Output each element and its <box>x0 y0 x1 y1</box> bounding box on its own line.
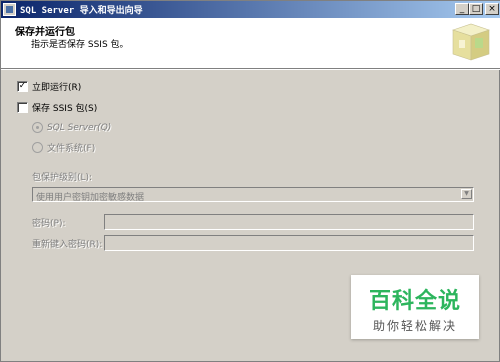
page-title: 保存并运行包 <box>15 27 75 38</box>
title-bar[interactable]: SQL Server 导入和导出向导 _ □ × <box>1 1 500 18</box>
window-title: SQL Server 导入和导出向导 <box>20 6 143 16</box>
password-label: 密码(P): <box>32 219 66 229</box>
sql-server-label: SQL Server(Q) <box>47 122 112 133</box>
run-immediately-checkbox[interactable]: ✓ <box>17 81 28 92</box>
retype-password-label: 重新键入密码(R): <box>32 240 103 250</box>
sql-server-radio[interactable] <box>32 122 43 133</box>
maximize-button[interactable]: □ <box>469 3 483 15</box>
run-immediately-label: 立即运行(R) <box>32 83 82 93</box>
file-system-radio[interactable] <box>32 142 43 153</box>
save-ssis-label: 保存 SSIS 包(S) <box>32 104 98 114</box>
file-system-option[interactable]: 文件系统(F) <box>32 141 95 154</box>
wizard-header: 保存并运行包 指示是否保存 SSIS 包。 <box>1 18 500 69</box>
sql-server-option[interactable]: SQL Server(Q) <box>32 122 111 133</box>
app-icon <box>3 3 16 16</box>
retype-password-field[interactable] <box>104 235 474 251</box>
wizard-window: SQL Server 导入和导出向导 _ □ × 保存并运行包 指示是否保存 S… <box>0 0 500 362</box>
save-ssis-option[interactable]: 保存 SSIS 包(S) <box>17 101 97 114</box>
minimize-button[interactable]: _ <box>455 3 469 15</box>
file-system-label: 文件系统(F) <box>47 144 96 154</box>
close-button[interactable]: × <box>485 3 499 15</box>
watermark-logo: 百科全说 助你轻松解决 <box>351 275 479 339</box>
chevron-down-icon[interactable]: ▼ <box>461 189 472 199</box>
save-ssis-checkbox[interactable] <box>17 102 28 113</box>
protection-level-select[interactable]: 使用用户密钥加密敏感数据 ▼ <box>32 187 474 203</box>
header-divider <box>1 69 500 70</box>
watermark-tagline: 助你轻松解决 <box>372 319 457 333</box>
password-field[interactable] <box>104 214 474 230</box>
run-immediately-option[interactable]: ✓ 立即运行(R) <box>17 80 81 93</box>
page-subtitle: 指示是否保存 SSIS 包。 <box>31 40 129 50</box>
wizard-package-icon <box>451 22 493 64</box>
protection-level-value: 使用用户密钥加密敏感数据 <box>36 193 145 203</box>
protection-level-label: 包保护级别(L): <box>32 173 93 183</box>
watermark-brand: 百科全说 <box>368 289 461 314</box>
